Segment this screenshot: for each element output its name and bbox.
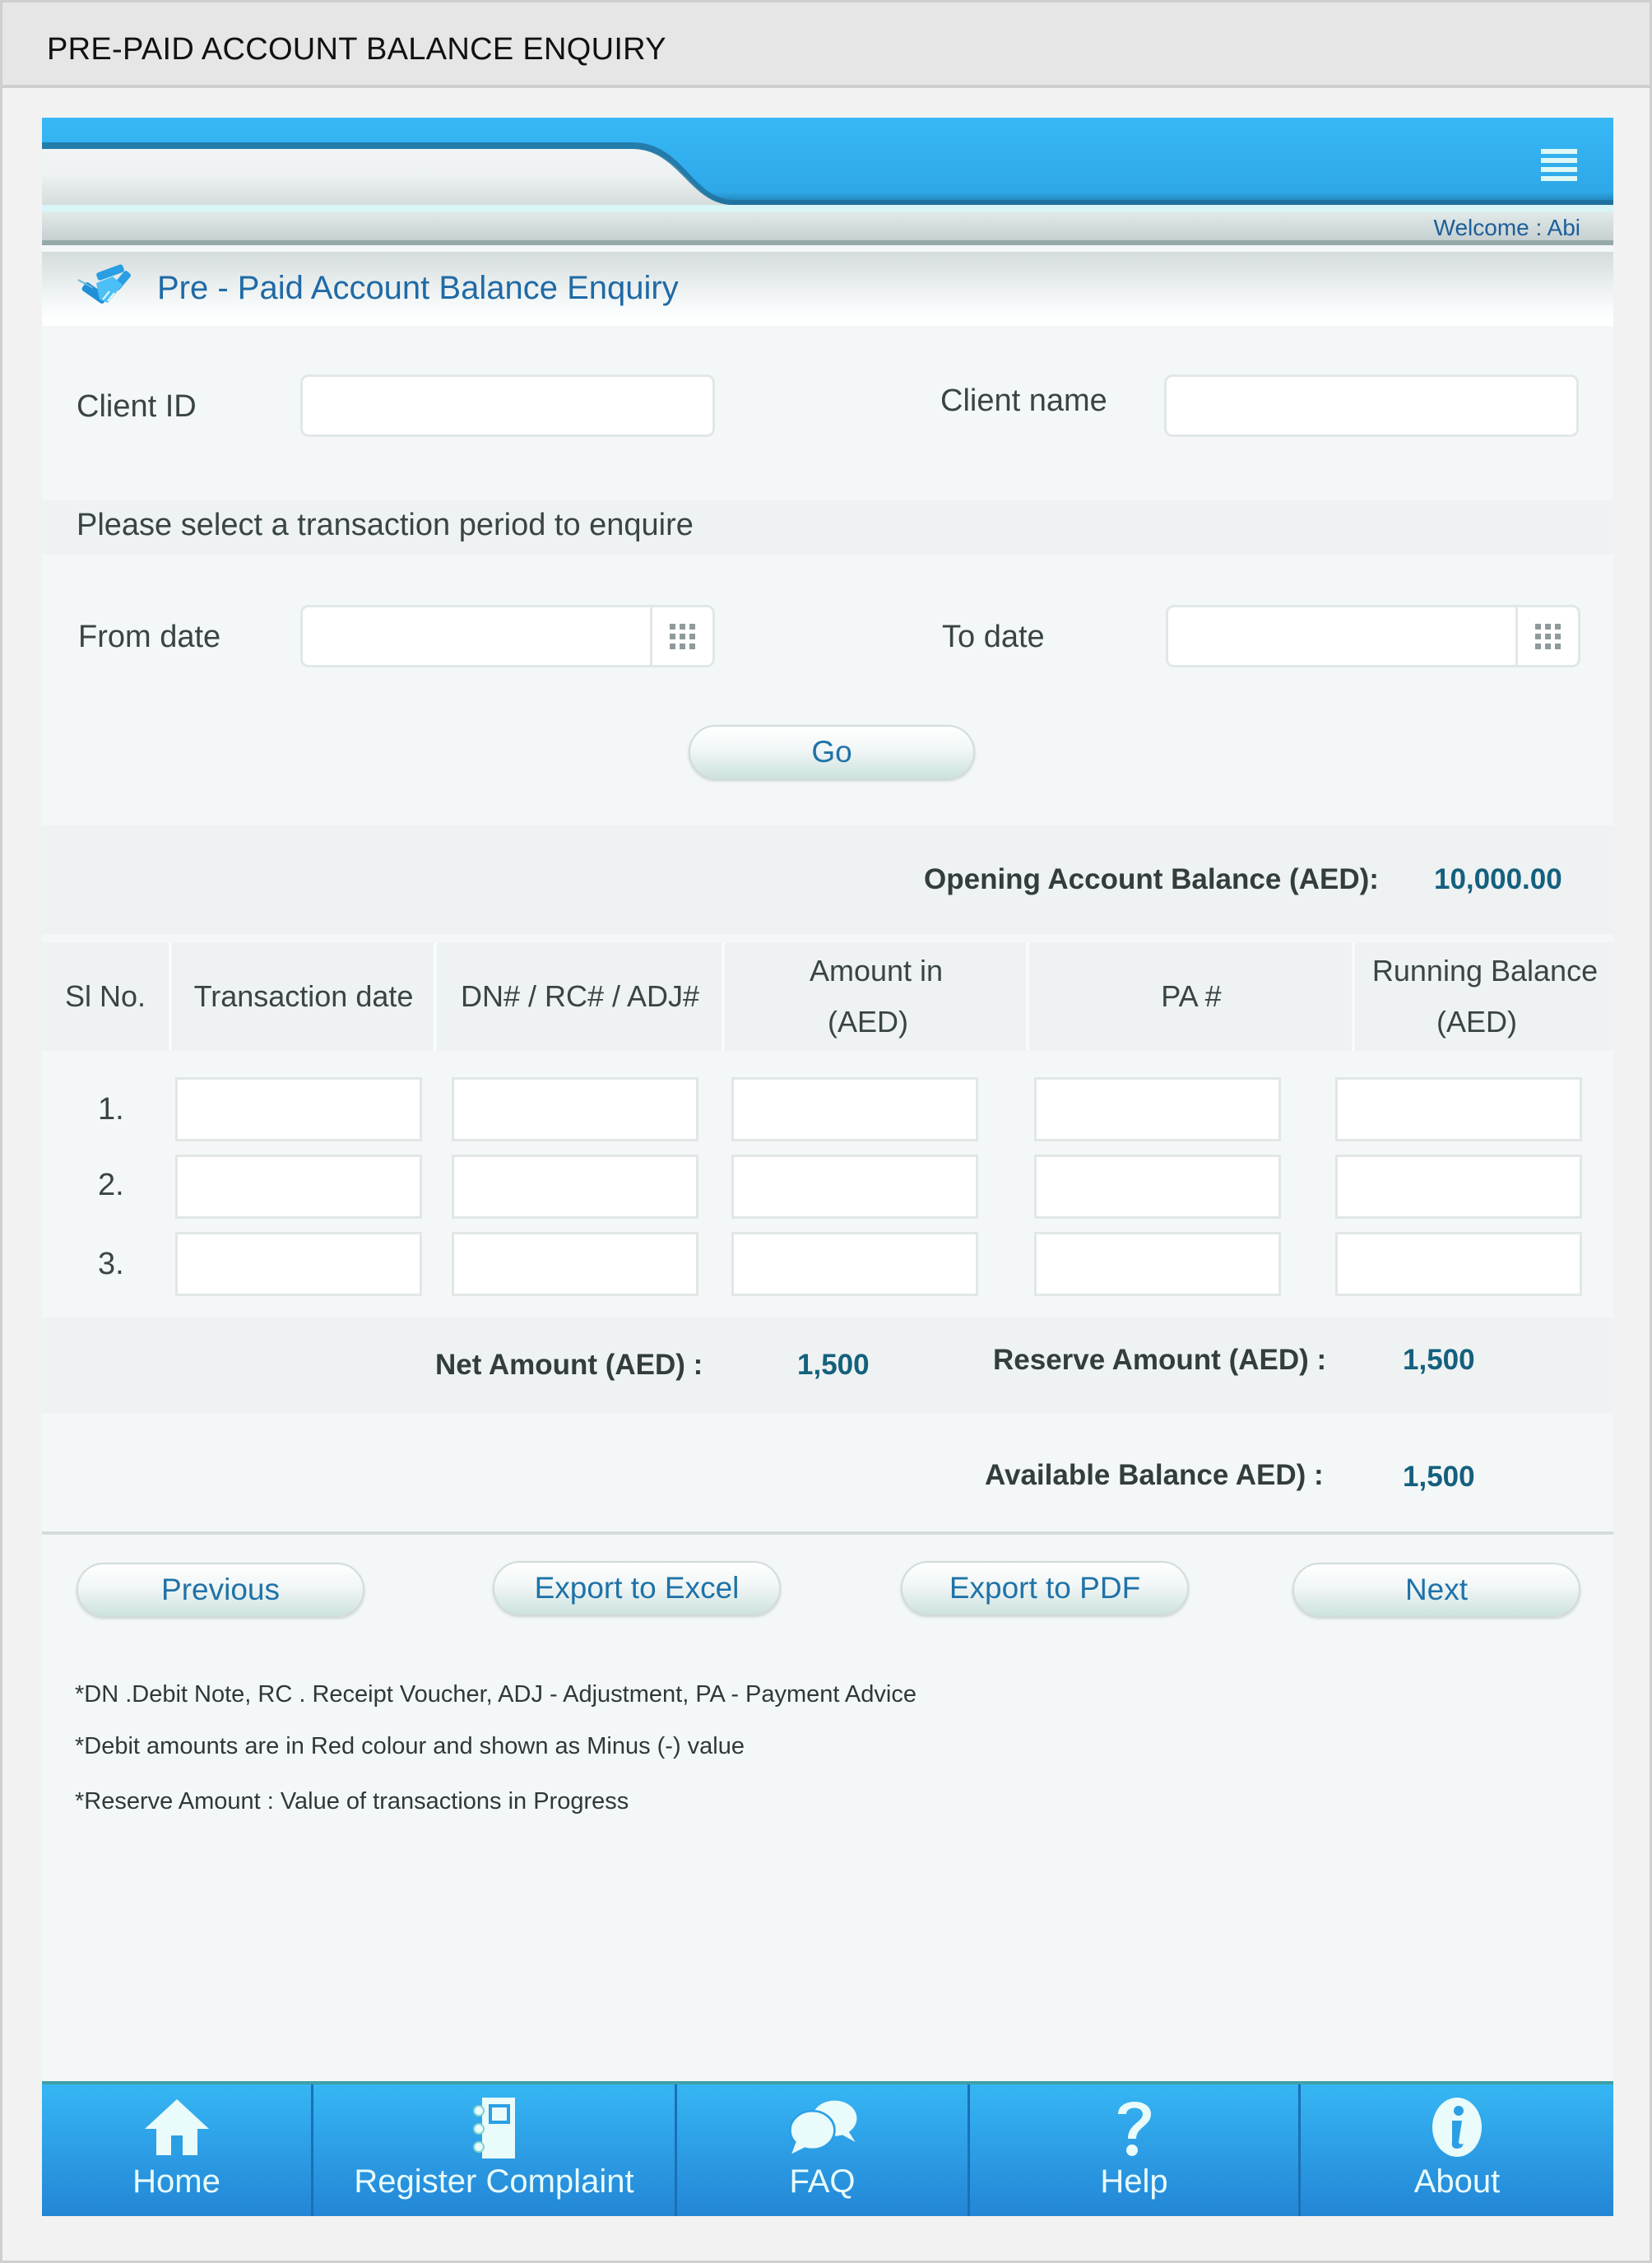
page-header: Pre - Paid Account Balance Enquiry [42, 252, 1613, 326]
from-date-label: From date [78, 620, 221, 654]
note-reserve-amount: *Reserve Amount : Value of transactions … [75, 1788, 629, 1815]
pa-cell[interactable] [1034, 1077, 1281, 1141]
question-mark-icon [1097, 2094, 1172, 2160]
running-balance-cell[interactable] [1335, 1155, 1582, 1219]
column-header-running-balance: Running Balance (AED) [1357, 942, 1613, 1051]
nav-about-label: About [1413, 2163, 1501, 2200]
reference-cell[interactable] [452, 1155, 698, 1219]
column-header-running-line2: (AED) [1436, 1005, 1517, 1039]
column-header-amount-line2: (AED) [828, 1005, 908, 1039]
handshake-icon [77, 264, 131, 304]
from-date-field [300, 605, 715, 667]
pa-cell[interactable] [1034, 1232, 1281, 1296]
calendar-grid-icon[interactable] [1515, 607, 1578, 665]
row-number: 3. [98, 1247, 124, 1281]
nav-help[interactable]: Help [970, 2084, 1301, 2216]
window-frame: PRE-PAID ACCOUNT BALANCE ENQUIRY Welcome… [0, 0, 1652, 2263]
hamburger-menu-icon[interactable] [1541, 145, 1580, 184]
header-wave-graphic [42, 118, 1613, 211]
transaction-date-cell[interactable] [175, 1155, 422, 1219]
from-date-input[interactable] [303, 607, 648, 665]
column-header-transaction-date: Transaction date [174, 942, 437, 1051]
to-date-field [1166, 605, 1580, 667]
page-title: Pre - Paid Account Balance Enquiry [157, 270, 679, 306]
info-icon [1420, 2094, 1494, 2160]
column-header-running-line1: Running Balance [1371, 954, 1599, 987]
go-button[interactable]: Go [689, 725, 975, 779]
export-pdf-button[interactable]: Export to PDF [901, 1561, 1189, 1615]
period-prompt: Please select a transaction period to en… [77, 508, 694, 542]
calendar-grid-icon[interactable] [650, 607, 712, 665]
column-header-reference: DN# / RC# / ADJ# [439, 942, 725, 1051]
amount-cell[interactable] [731, 1232, 978, 1296]
column-header-amount-line1: Amount in [809, 954, 944, 987]
net-amount-value: 1,500 [797, 1349, 870, 1381]
document-title: PRE-PAID ACCOUNT BALANCE ENQUIRY [47, 32, 666, 67]
nav-home-label: Home [132, 2163, 220, 2200]
note-debit-amounts: *Debit amounts are in Red colour and sho… [75, 1733, 745, 1759]
transaction-date-cell[interactable] [175, 1232, 422, 1296]
column-header-pa: PA # [1031, 942, 1355, 1051]
pa-cell[interactable] [1034, 1155, 1281, 1219]
to-date-input[interactable] [1168, 607, 1514, 665]
client-name-label: Client name [940, 383, 1107, 418]
previous-button[interactable]: Previous [77, 1563, 364, 1617]
column-header-sl-no: Sl No. [42, 942, 172, 1051]
nav-faq[interactable]: FAQ [677, 2084, 970, 2216]
transactions-table-header: Sl No. Transaction date DN# / RC# / ADJ#… [42, 942, 1613, 1051]
column-header-amount: Amount in (AED) [726, 942, 1029, 1051]
net-amount-label: Net Amount (AED) : [435, 1349, 703, 1381]
nav-faq-label: FAQ [789, 2163, 856, 2200]
transaction-date-cell[interactable] [175, 1077, 422, 1141]
amount-cell[interactable] [731, 1077, 978, 1141]
nav-home[interactable]: Home [42, 2084, 313, 2216]
row-number: 1. [98, 1092, 124, 1127]
available-balance-label: Available Balance AED) : [985, 1459, 1324, 1491]
opening-balance-value: 10,000.00 [1434, 863, 1562, 895]
reference-cell[interactable] [452, 1232, 698, 1296]
row-number: 2. [98, 1168, 124, 1202]
running-balance-cell[interactable] [1335, 1077, 1582, 1141]
amount-cell[interactable] [731, 1155, 978, 1219]
nav-register-complaint[interactable]: Register Complaint [313, 2084, 677, 2216]
section-divider [42, 1531, 1613, 1535]
opening-balance-label: Opening Account Balance (AED): [924, 863, 1379, 895]
to-date-label: To date [942, 620, 1045, 654]
home-icon [140, 2094, 214, 2160]
available-balance-value: 1,500 [1403, 1461, 1475, 1493]
nav-register-complaint-label: Register Complaint [354, 2163, 634, 2200]
chat-bubbles-icon [786, 2094, 860, 2160]
reserve-amount-value: 1,500 [1403, 1344, 1475, 1376]
next-button[interactable]: Next [1292, 1563, 1580, 1617]
footer-nav: Home Register Complaint FAQ Help About [42, 2081, 1613, 2216]
client-id-label: Client ID [77, 389, 197, 424]
nav-about[interactable]: About [1301, 2084, 1613, 2216]
client-name-input[interactable] [1164, 374, 1579, 437]
welcome-text: Welcome : Abi [1433, 215, 1580, 240]
running-balance-cell[interactable] [1335, 1232, 1582, 1296]
client-id-input[interactable] [300, 374, 715, 437]
reference-cell[interactable] [452, 1077, 698, 1141]
export-excel-button[interactable]: Export to Excel [493, 1561, 781, 1615]
reserve-amount-label: Reserve Amount (AED) : [993, 1344, 1327, 1376]
note-abbreviations: *DN .Debit Note, RC . Receipt Voucher, A… [75, 1681, 916, 1708]
welcome-bar [42, 211, 1613, 245]
app-screen: Welcome : Abi Pre - Paid Account Balance… [42, 118, 1613, 2216]
document-title-bar: PRE-PAID ACCOUNT BALANCE ENQUIRY [2, 2, 1650, 88]
nav-help-label: Help [1100, 2163, 1168, 2200]
notebook-icon [457, 2094, 531, 2160]
